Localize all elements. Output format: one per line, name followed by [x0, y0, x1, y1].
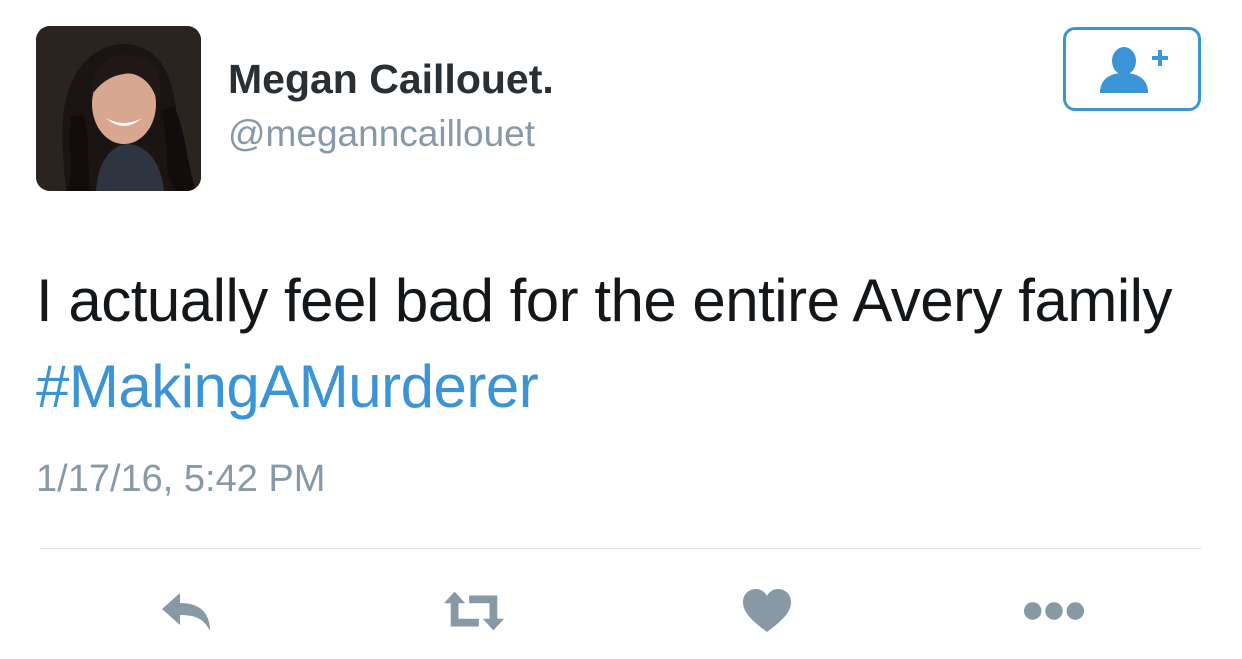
heart-icon — [743, 589, 791, 632]
profile-photo — [36, 26, 201, 191]
follow-button[interactable] — [1063, 27, 1201, 111]
reply-button[interactable] — [154, 583, 218, 639]
more-icon — [1023, 602, 1085, 620]
add-user-icon — [1100, 47, 1168, 93]
reply-icon — [162, 593, 210, 631]
avatar[interactable] — [36, 26, 201, 191]
tweet-text: I actually feel bad for the entire Avery… — [36, 258, 1206, 430]
display-name[interactable]: Megan Caillouet. — [228, 56, 554, 103]
hashtag-link[interactable]: #MakingAMurderer — [36, 353, 539, 420]
retweet-icon — [443, 591, 505, 631]
like-button[interactable] — [735, 583, 799, 639]
more-button[interactable] — [1022, 583, 1086, 639]
tweet-timestamp[interactable]: 1/17/16, 5:42 PM — [36, 458, 325, 501]
retweet-button[interactable] — [442, 583, 506, 639]
user-handle[interactable]: @meganncaillouet — [228, 113, 535, 155]
tweet-body: I actually feel bad for the entire Avery… — [36, 267, 1172, 334]
divider — [40, 548, 1202, 549]
